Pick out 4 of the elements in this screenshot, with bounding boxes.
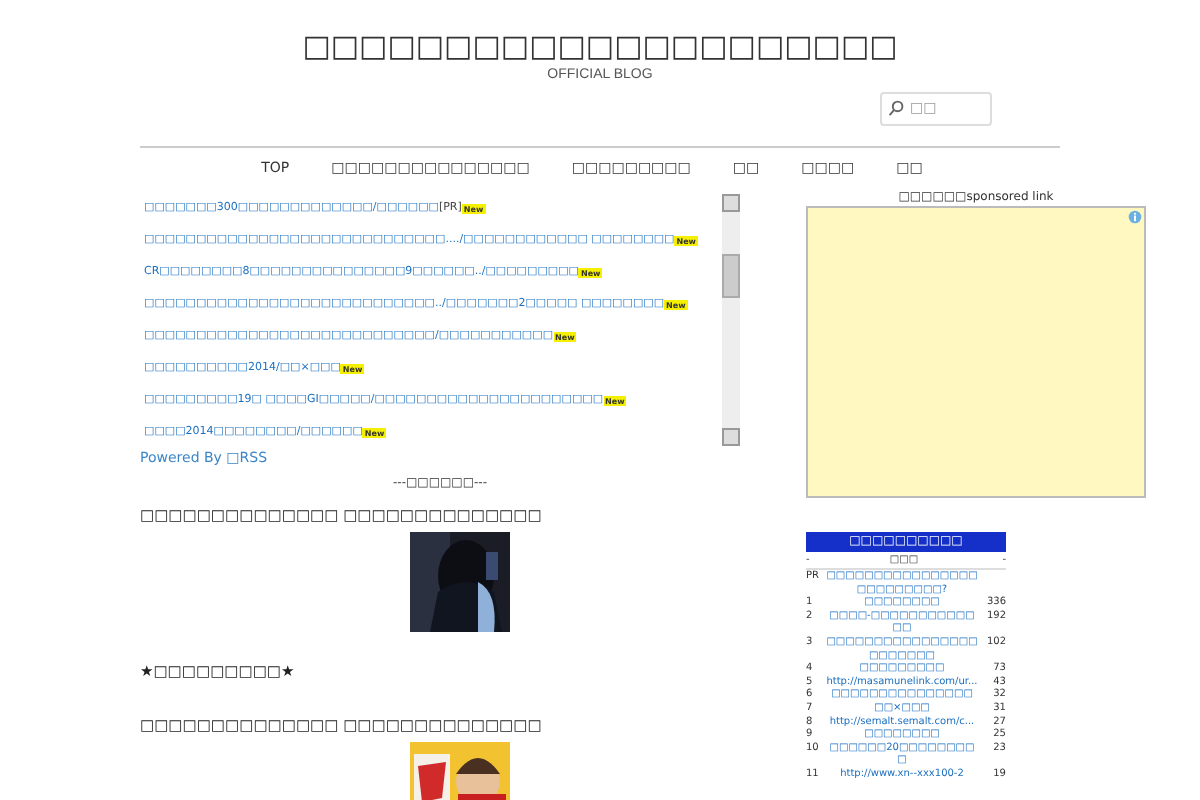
info-icon[interactable] — [1128, 210, 1142, 224]
scrollbar[interactable] — [722, 194, 740, 446]
blog-title[interactable]: □□□□□□□□□□□□□□□□□□□□□ — [302, 28, 898, 64]
search-icon — [888, 100, 904, 116]
